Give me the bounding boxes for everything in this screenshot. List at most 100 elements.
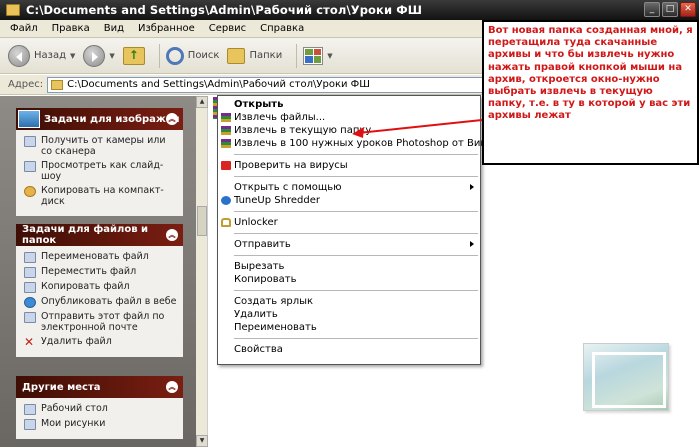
menu-tools[interactable]: Сервис xyxy=(202,23,253,34)
forward-button[interactable]: ▼ xyxy=(83,44,115,67)
camera-icon xyxy=(24,136,36,147)
ctx-extract-files[interactable]: Извлечь файлы... xyxy=(218,111,480,124)
other-places-header[interactable]: Другие места ︽ xyxy=(16,376,183,398)
back-label: Назад xyxy=(34,50,67,61)
collapse-icon[interactable]: ︽ xyxy=(166,113,178,125)
folder-up-icon xyxy=(122,46,145,65)
search-button[interactable]: Поиск xyxy=(165,46,220,65)
menu-separator xyxy=(234,255,478,256)
ctx-cut[interactable]: Вырезать xyxy=(218,260,480,273)
task-publish-file[interactable]: Опубликовать файл в вебе xyxy=(24,296,177,308)
folders-label: Папки xyxy=(249,50,283,61)
image-tasks-header[interactable]: Задачи для изображен ︽ xyxy=(16,108,183,130)
winrar-icon xyxy=(221,126,231,135)
tuneup-icon xyxy=(221,196,231,205)
task-get-from-camera[interactable]: Получить от камеры или со сканера xyxy=(24,135,177,157)
collapse-icon[interactable]: ︽ xyxy=(166,381,178,393)
place-desktop[interactable]: Рабочий стол xyxy=(24,403,177,415)
scroll-down-icon[interactable]: ▼ xyxy=(196,435,208,447)
task-rename-file[interactable]: Переименовать файл xyxy=(24,251,177,263)
ctx-copy[interactable]: Копировать xyxy=(218,273,480,286)
ctx-send-to[interactable]: Отправить xyxy=(218,238,480,251)
file-tasks-header[interactable]: Задачи для файлов и папок ︽ xyxy=(16,224,183,246)
up-folder-button[interactable] xyxy=(122,46,145,65)
search-icon xyxy=(165,46,184,65)
menu-view[interactable]: Вид xyxy=(97,23,131,34)
ctx-scan-virus[interactable]: Проверить на вирусы xyxy=(218,159,480,172)
scroll-thumb[interactable] xyxy=(197,206,207,236)
scroll-up-icon[interactable]: ▲ xyxy=(196,96,208,108)
ctx-open[interactable]: Открыть xyxy=(218,98,480,111)
ctx-tuneup-shredder[interactable]: TuneUp Shredder xyxy=(218,194,480,207)
folder-icon xyxy=(51,79,64,90)
submenu-arrow-icon xyxy=(470,241,474,247)
menu-help[interactable]: Справка xyxy=(253,23,311,34)
task-delete-file[interactable]: ✕ Удалить файл xyxy=(24,336,177,348)
views-button[interactable]: ▼ xyxy=(303,46,333,65)
dropdown-arrow-icon: ▼ xyxy=(327,51,333,60)
menu-edit[interactable]: Правка xyxy=(45,23,97,34)
search-label: Поиск xyxy=(187,50,220,61)
menu-separator xyxy=(234,233,478,234)
address-label: Адрес: xyxy=(8,79,44,90)
menu-file[interactable]: Файл xyxy=(0,23,45,34)
menu-separator xyxy=(234,176,478,177)
task-move-file[interactable]: Переместить файл xyxy=(24,266,177,278)
envelope-icon xyxy=(24,312,36,323)
ctx-delete[interactable]: Удалить xyxy=(218,308,480,321)
task-pane: Задачи для изображен ︽ Получить от камер… xyxy=(0,96,196,447)
winrar-icon xyxy=(221,113,231,122)
menu-separator xyxy=(234,154,478,155)
menu-separator xyxy=(234,211,478,212)
desktop-icon xyxy=(24,404,36,415)
slideshow-icon xyxy=(24,161,36,172)
task-slideshow[interactable]: Просмотреть как слайд-шоу xyxy=(24,160,177,182)
folder-icon xyxy=(6,4,20,16)
ctx-open-with[interactable]: Открыть с помощью xyxy=(218,181,480,194)
views-icon xyxy=(303,46,324,65)
image-tasks-title: Задачи для изображен xyxy=(44,113,180,125)
menu-separator xyxy=(234,338,478,339)
back-button[interactable]: Назад ▼ xyxy=(8,44,75,67)
toolbar-separator xyxy=(158,43,160,68)
close-button[interactable]: ✕ xyxy=(680,2,696,17)
task-copy-file[interactable]: Копировать файл xyxy=(24,281,177,293)
file-tasks-panel: Задачи для файлов и папок ︽ Переименоват… xyxy=(16,224,183,357)
delete-icon: ✕ xyxy=(24,335,35,349)
address-path: C:\Documents and Settings\Admin\Рабочий … xyxy=(67,79,370,90)
task-copy-to-cd[interactable]: Копировать на компакт-диск xyxy=(24,185,177,207)
window-title: C:\Documents and Settings\Admin\Рабочий … xyxy=(26,3,423,17)
minimize-button[interactable]: _ xyxy=(644,2,660,17)
collapse-icon[interactable]: ︽ xyxy=(166,229,178,241)
ctx-create-shortcut[interactable]: Создать ярлык xyxy=(218,295,480,308)
menu-favorites[interactable]: Избранное xyxy=(131,23,202,34)
folders-icon xyxy=(227,47,246,64)
annotation-note: Вот новая папка созданная мной, я перета… xyxy=(482,20,699,165)
place-my-pictures[interactable]: Мои рисунки xyxy=(24,418,177,430)
window-controls: _ □ ✕ xyxy=(644,2,696,17)
other-places-title: Другие места xyxy=(22,381,101,393)
ctx-unlocker[interactable]: Unlocker xyxy=(218,216,480,229)
other-places-panel: Другие места ︽ Рабочий стол Мои рисунки xyxy=(16,376,183,439)
maximize-button[interactable]: □ xyxy=(662,2,678,17)
folders-button[interactable]: Папки xyxy=(227,47,283,64)
ctx-extract-to[interactable]: Извлечь в 100 нужных уроков Photoshop от… xyxy=(218,137,514,150)
antivirus-icon xyxy=(221,161,231,170)
image-tasks-panel: Задачи для изображен ︽ Получить от камер… xyxy=(16,108,183,216)
context-menu: Открыть Извлечь файлы... Извлечь в текущ… xyxy=(217,95,514,365)
task-email-file[interactable]: Отправить этот файл по электронной почте xyxy=(24,311,177,333)
ctx-extract-here[interactable]: Извлечь в текущую папку xyxy=(218,124,480,137)
pictures-folder-icon xyxy=(24,419,36,430)
vertical-scrollbar[interactable]: ▲ ▼ xyxy=(196,96,208,447)
globe-icon xyxy=(24,297,36,308)
dropdown-arrow-icon: ▼ xyxy=(109,51,115,60)
ctx-properties[interactable]: Свойства xyxy=(218,343,480,356)
winrar-icon xyxy=(221,139,231,148)
rename-icon xyxy=(24,252,36,263)
file-tasks-title: Задачи для файлов и папок xyxy=(22,224,149,246)
image-thumbnail[interactable] xyxy=(583,343,669,411)
copy-icon xyxy=(24,282,36,293)
ctx-rename[interactable]: Переименовать xyxy=(218,321,480,334)
toolbar-separator xyxy=(296,43,298,68)
image-icon xyxy=(18,110,40,128)
